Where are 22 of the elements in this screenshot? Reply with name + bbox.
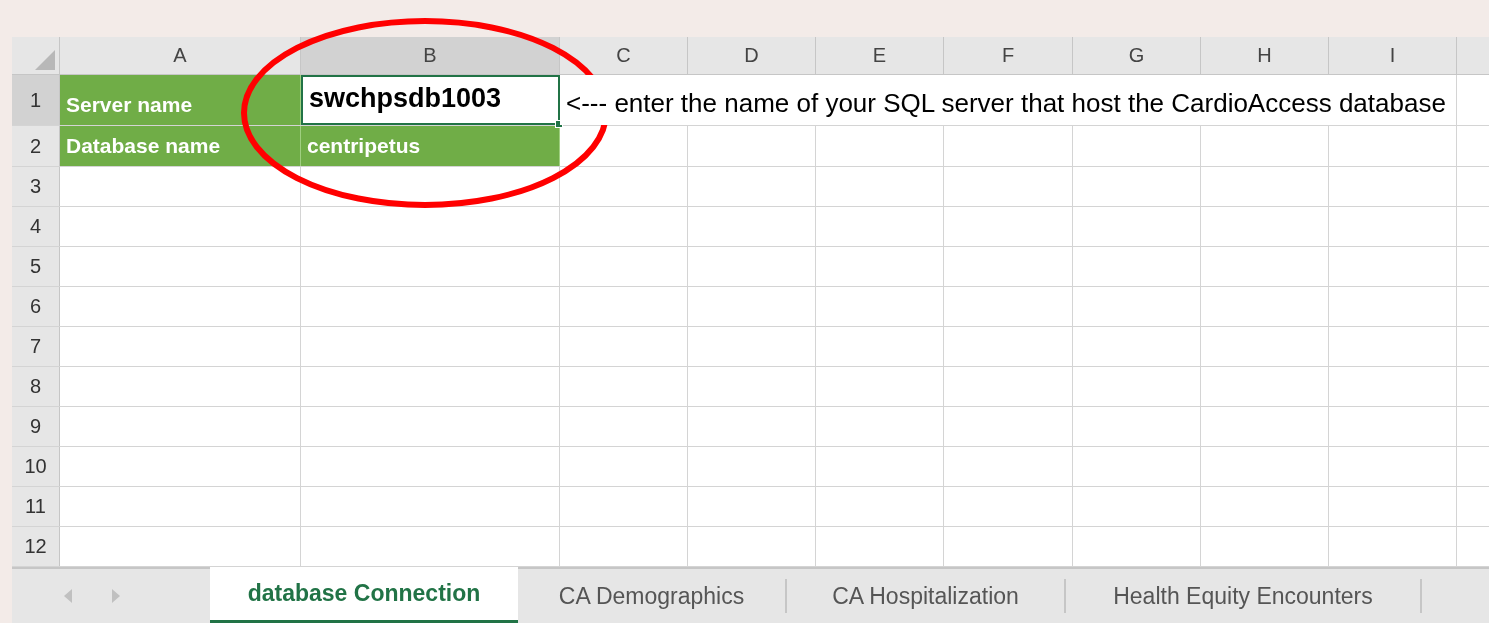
scroll-right-icon[interactable] (112, 588, 120, 603)
row-header[interactable]: 8 (12, 366, 60, 406)
row-header[interactable]: 3 (12, 166, 60, 206)
sheet-tab[interactable]: database Connection (210, 566, 518, 623)
row-header[interactable]: 12 (12, 526, 60, 566)
spreadsheet-cell[interactable]: <--- enter the name of your SQL server that host the CardioAccess database (560, 74, 1457, 125)
row-header[interactable]: 10 (12, 446, 60, 486)
row-header[interactable]: 4 (12, 206, 60, 246)
spreadsheet-cell[interactable]: swchpsdb1003 (301, 74, 560, 125)
row-header[interactable]: 6 (12, 286, 60, 326)
sheet-tab[interactable]: CA Demographics (518, 578, 787, 614)
sheet-tab[interactable]: Health Equity Encounters (1066, 578, 1422, 614)
row-header[interactable]: 9 (12, 406, 60, 446)
column-header[interactable]: B (301, 37, 560, 74)
row-header[interactable]: 11 (12, 486, 60, 526)
row-header[interactable]: 1 (12, 74, 60, 125)
row-header[interactable]: 2 (12, 125, 60, 166)
row-header[interactable]: 7 (12, 326, 60, 366)
sheet-tab[interactable]: CA Hospitalization (787, 578, 1066, 614)
scroll-left-icon[interactable] (64, 588, 72, 603)
row-header[interactable]: 5 (12, 246, 60, 286)
corner-triangle-icon (35, 49, 55, 70)
